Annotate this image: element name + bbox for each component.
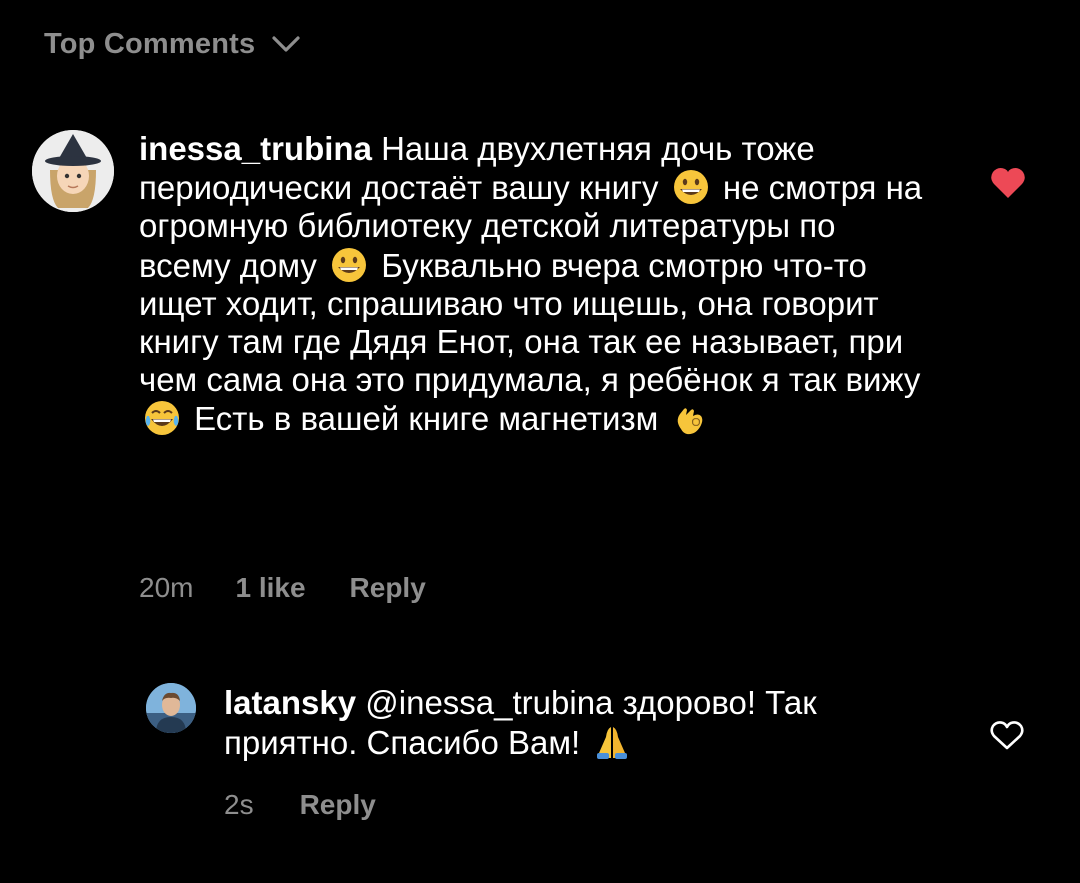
comment-text-part: Есть в вашей книге магнетизм [194, 400, 659, 438]
folded-hands-emoji [597, 727, 628, 759]
grinning-face-emoji [673, 170, 708, 205]
comment-username[interactable]: inessa_trubina [139, 130, 372, 167]
reply-username[interactable]: latansky [224, 684, 356, 721]
reply-time: 2s [224, 789, 254, 820]
comment-text: inessa_trubina Наша двухлетняя дочь тоже… [139, 130, 929, 439]
reply-meta: 2s Reply [224, 789, 376, 821]
grinning-face-emoji [332, 247, 367, 282]
comment-meta: 20m 1 like Reply [139, 572, 426, 604]
tears-of-joy-emoji [145, 401, 179, 436]
reply-button[interactable]: Reply [350, 572, 426, 604]
ok-hand-emoji [678, 408, 703, 435]
reply-text: latansky @inessa_trubina здорово! Так пр… [224, 683, 924, 763]
sort-comments-dropdown[interactable]: Top Comments [44, 26, 301, 62]
avatar[interactable] [146, 683, 196, 733]
heart-outline-icon[interactable] [990, 719, 1024, 751]
avatar[interactable] [32, 130, 114, 212]
reply-mention[interactable]: @inessa_trubina [365, 684, 613, 721]
comment-likes[interactable]: 1 like [235, 572, 305, 604]
chevron-down-icon [272, 36, 300, 52]
comment-time: 20m [139, 572, 194, 603]
sort-label: Top Comments [44, 27, 256, 60]
reply-button[interactable]: Reply [300, 789, 376, 821]
heart-filled-icon[interactable] [990, 166, 1026, 200]
